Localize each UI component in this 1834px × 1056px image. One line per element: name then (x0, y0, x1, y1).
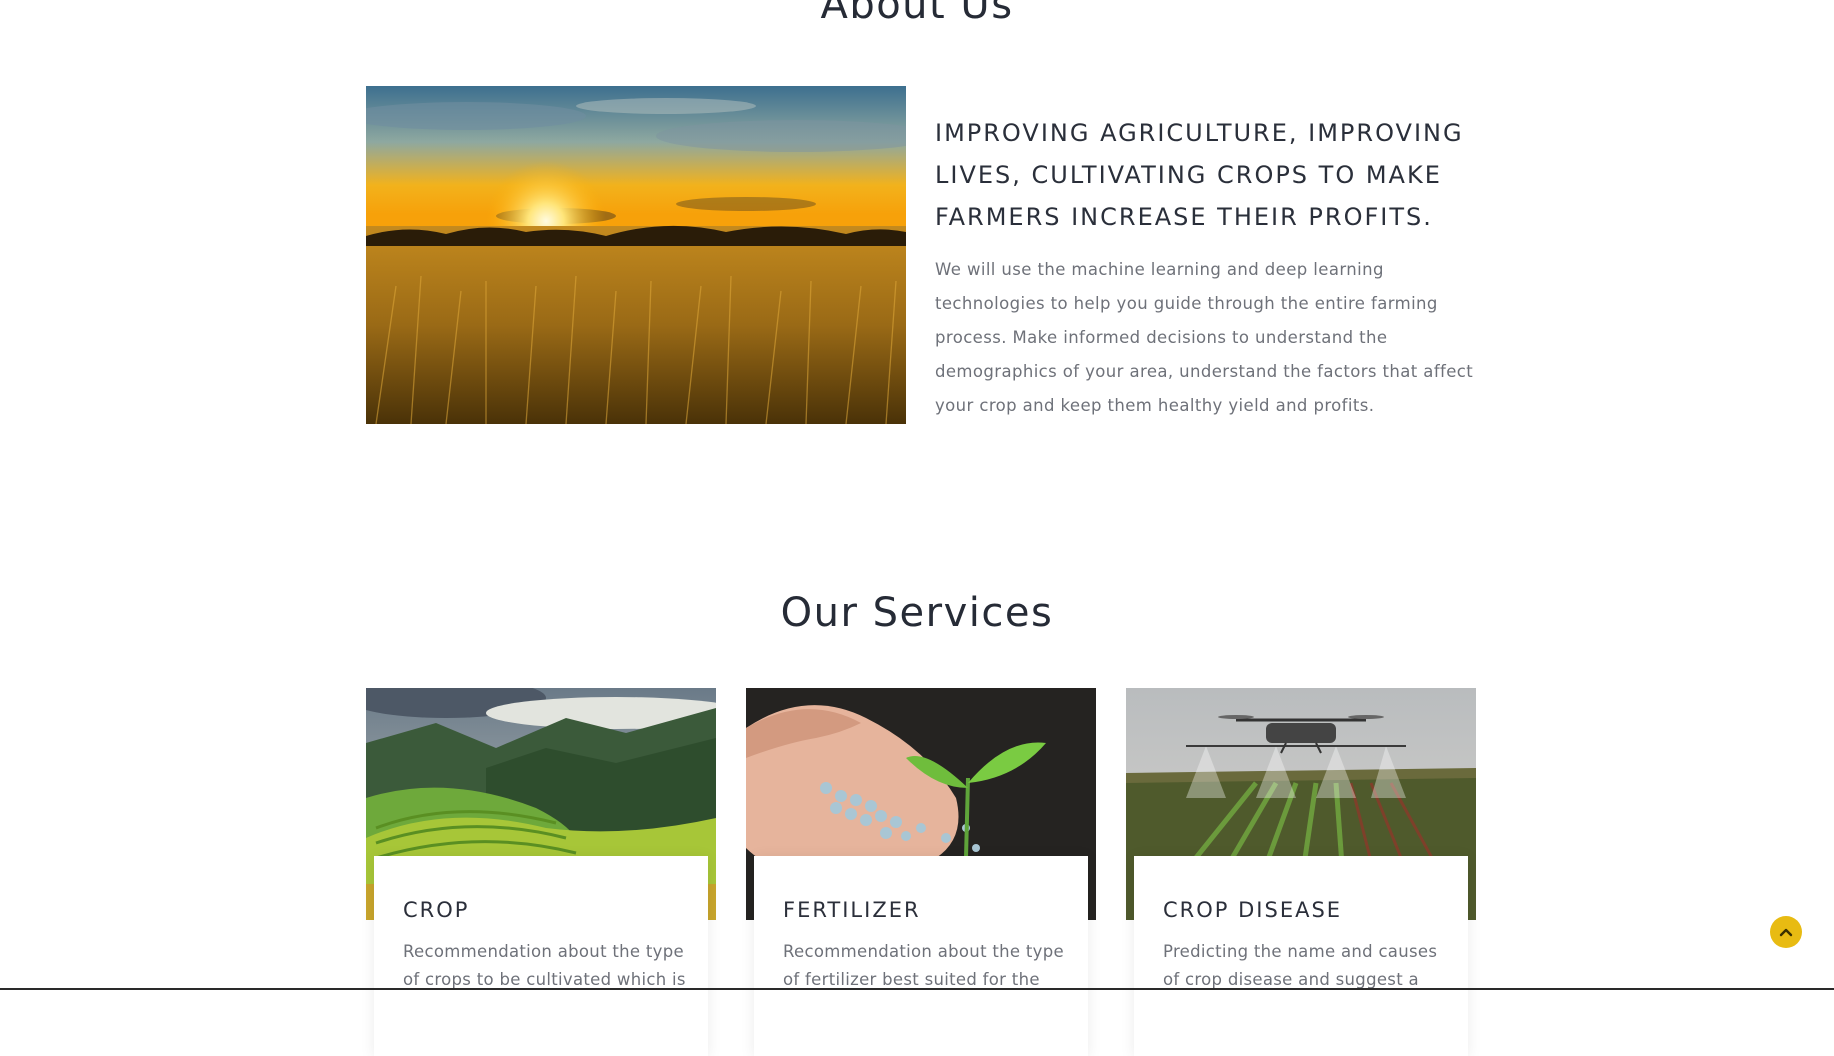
crop-disease-text: Predicting the name and causes of crop d… (1163, 942, 1438, 989)
about-title: About Us (820, 0, 1014, 28)
about-text: We will use the machine learning and dee… (935, 260, 1474, 415)
service-card-crop-disease[interactable]: CROP DISEASE Predicting the name and cau… (1126, 688, 1476, 1056)
crop-text: Recommendation about the type of crops t… (403, 942, 686, 989)
scroll-to-top-button[interactable] (1770, 916, 1802, 948)
crop-title[interactable]: CROP (403, 898, 469, 922)
crop-disease-info-box: CROP DISEASE Predicting the name and cau… (1134, 856, 1468, 1056)
page: About Us IMPROVING AGRICULTURE, IMPROVIN… (0, 0, 1834, 1056)
fertilizer-info-box: FERTILIZER Recommendation about the type… (754, 856, 1088, 1056)
crop-info-box: CROP Recommendation about the type of cr… (374, 856, 708, 1056)
services-title: Our Services (780, 590, 1054, 636)
about-image (366, 86, 906, 424)
crop-disease-title[interactable]: CROP DISEASE (1163, 898, 1342, 922)
about-heading: IMPROVING AGRICULTURE, IMPROVING LIVES, … (935, 119, 1464, 231)
service-card-fertilizer[interactable]: FERTILIZER Recommendation about the type… (746, 688, 1096, 1056)
fertilizer-text: Recommendation about the type of fertili… (783, 942, 1064, 989)
service-card-crop[interactable]: CROP Recommendation about the type of cr… (366, 688, 716, 1056)
bottom-divider (0, 988, 1834, 990)
fertilizer-title[interactable]: FERTILIZER (783, 898, 921, 922)
chevron-up-icon (1779, 928, 1793, 937)
